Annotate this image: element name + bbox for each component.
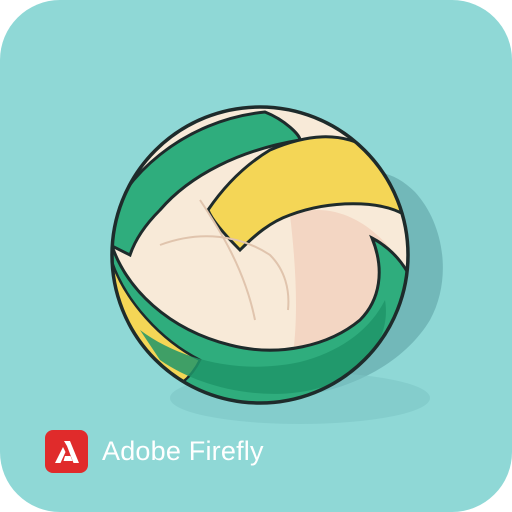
firefly-watermark: Adobe Firefly — [45, 430, 264, 473]
icon-tile: Adobe Firefly — [0, 0, 512, 512]
adobe-a-glyph-icon — [54, 440, 79, 463]
adobe-firefly-logo-icon — [45, 430, 88, 473]
brand-text: Adobe Firefly — [102, 436, 264, 466]
